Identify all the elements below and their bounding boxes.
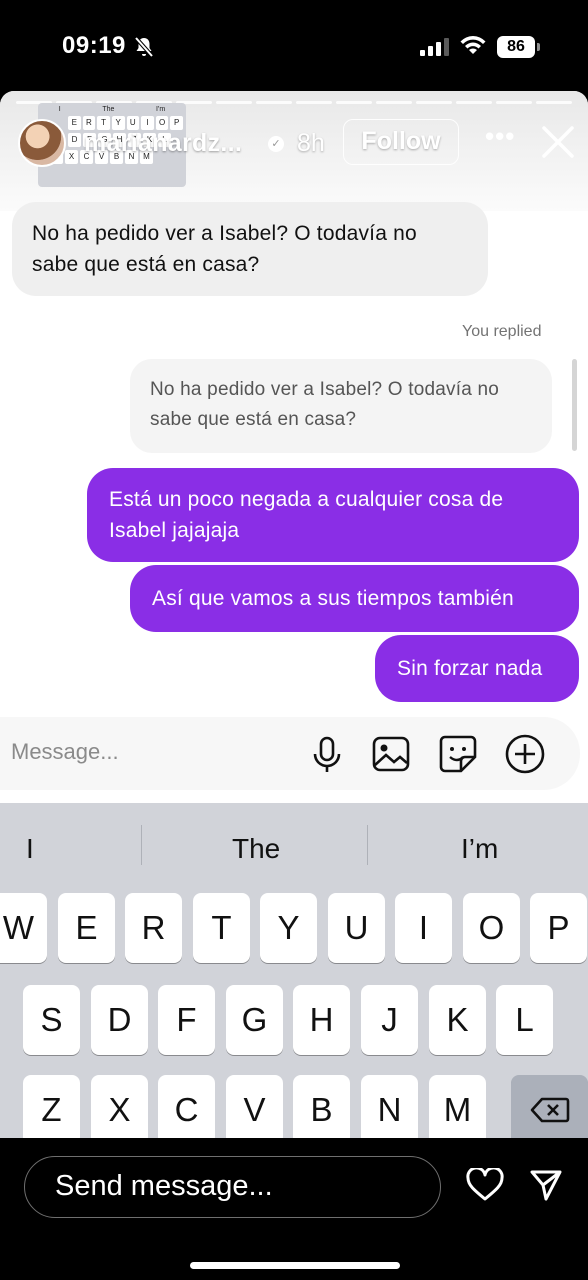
avatar[interactable]: [18, 119, 66, 167]
sticker-icon[interactable]: [437, 733, 479, 775]
outgoing-message[interactable]: Está un poco negada a cualquier cosa de …: [87, 468, 579, 562]
follow-button[interactable]: Follow: [343, 119, 459, 165]
key-u[interactable]: U: [328, 893, 385, 963]
key-i[interactable]: I: [395, 893, 452, 963]
key-p[interactable]: P: [530, 893, 587, 963]
key-e[interactable]: E: [58, 893, 115, 963]
backspace-icon: [530, 1097, 569, 1123]
key-t[interactable]: T: [193, 893, 250, 963]
story-card: I The I'm E R T Y U I O P D F G H J K L …: [0, 91, 588, 1138]
microphone-icon[interactable]: [306, 733, 348, 775]
key-z[interactable]: Z: [23, 1075, 80, 1138]
mini-key: R: [82, 116, 96, 130]
close-icon[interactable]: [540, 124, 576, 160]
key-g[interactable]: G: [226, 985, 283, 1055]
key-s[interactable]: S: [23, 985, 80, 1055]
key-o[interactable]: O: [463, 893, 520, 963]
home-indicator[interactable]: [190, 1262, 400, 1269]
heart-icon[interactable]: [466, 1168, 504, 1202]
reply-indicator-bar: [572, 359, 577, 451]
key-r[interactable]: R: [125, 893, 182, 963]
keyboard-suggestion[interactable]: I’m: [461, 833, 498, 865]
key-b[interactable]: B: [293, 1075, 350, 1138]
mini-key: O: [155, 116, 169, 130]
keyboard: I The I’m W E R T Y U I O P S D F G H J …: [0, 803, 588, 1138]
backspace-key[interactable]: [511, 1075, 588, 1138]
story-username[interactable]: marianardz...: [84, 129, 242, 158]
mini-key: X: [65, 150, 78, 164]
key-w[interactable]: W: [0, 893, 47, 963]
status-time: 09:19: [62, 32, 126, 59]
key-h[interactable]: H: [293, 985, 350, 1055]
mini-key: T: [97, 116, 110, 130]
mini-key: P: [170, 116, 183, 130]
battery-indicator: 86: [497, 36, 540, 58]
key-j[interactable]: J: [361, 985, 418, 1055]
mini-suggestion: I: [58, 106, 61, 113]
keyboard-suggestion[interactable]: I: [26, 833, 34, 865]
key-n[interactable]: N: [361, 1075, 418, 1138]
outgoing-message[interactable]: Sin forzar nada: [375, 635, 579, 702]
gallery-icon[interactable]: [370, 733, 412, 775]
you-replied-label: You replied: [462, 323, 542, 340]
story-time-ago: 8h: [297, 129, 325, 157]
mini-key: D: [68, 133, 81, 147]
screen: 09:19 86 I The I'm E R T Y U I O P D F G…: [0, 0, 588, 1280]
mini-key: Y: [111, 116, 125, 130]
signal-icon: [420, 38, 449, 56]
mini-key: I: [141, 116, 154, 130]
mini-suggestion: The: [102, 106, 115, 113]
key-k[interactable]: K: [429, 985, 486, 1055]
mini-suggestion: I'm: [156, 106, 166, 113]
wifi-icon: [460, 36, 486, 54]
incoming-message[interactable]: No ha pedido ver a Isabel? O todavía no …: [12, 202, 488, 296]
suggestion-divider: [141, 825, 142, 865]
keyboard-suggestion[interactable]: The: [232, 833, 280, 865]
verified-badge-icon: ✓: [268, 136, 284, 152]
bell-muted-icon: [134, 36, 154, 58]
key-v[interactable]: V: [226, 1075, 283, 1138]
message-input[interactable]: Message...: [11, 739, 119, 765]
outgoing-message[interactable]: Así que vamos a sus tiempos también: [130, 565, 579, 632]
message-composer: Message...: [0, 717, 580, 790]
mini-key: E: [68, 116, 81, 130]
add-icon[interactable]: [504, 733, 546, 775]
key-d[interactable]: D: [91, 985, 148, 1055]
key-l[interactable]: L: [496, 985, 553, 1055]
key-c[interactable]: C: [158, 1075, 215, 1138]
key-m[interactable]: M: [429, 1075, 486, 1138]
send-icon[interactable]: [529, 1168, 563, 1202]
key-y[interactable]: Y: [260, 893, 317, 963]
quoted-reply[interactable]: No ha pedido ver a Isabel? O todavía no …: [130, 359, 552, 453]
key-x[interactable]: X: [91, 1075, 148, 1138]
mini-key: U: [126, 116, 140, 130]
more-options-icon[interactable]: •••: [485, 121, 515, 152]
suggestion-divider: [367, 825, 368, 865]
send-message-input[interactable]: Send message...: [24, 1156, 441, 1218]
key-f[interactable]: F: [158, 985, 215, 1055]
